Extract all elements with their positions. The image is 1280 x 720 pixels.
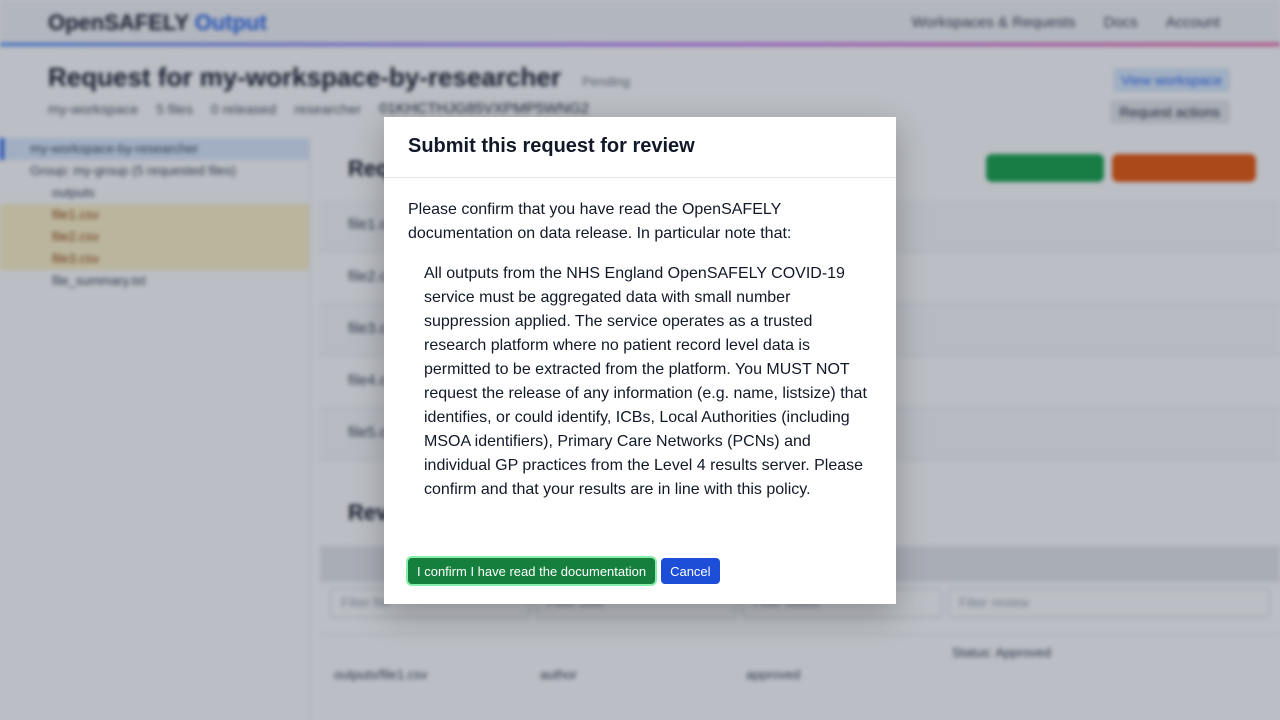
dialog-body: Please confirm that you have read the Op… — [384, 178, 896, 502]
dialog-policy-text: All outputs from the NHS England OpenSAF… — [424, 265, 867, 498]
cancel-button[interactable]: Cancel — [661, 558, 720, 584]
confirm-read-documentation-button[interactable]: I confirm I have read the documentation — [408, 558, 656, 584]
dialog-title: Submit this request for review — [408, 135, 695, 157]
dialog-header: Submit this request for review — [384, 117, 896, 178]
submit-review-dialog: Submit this request for review Please co… — [384, 117, 896, 604]
dialog-actions: I confirm I have read the documentation … — [408, 558, 720, 584]
dialog-intro-text: Please confirm that you have read the Op… — [408, 201, 792, 242]
